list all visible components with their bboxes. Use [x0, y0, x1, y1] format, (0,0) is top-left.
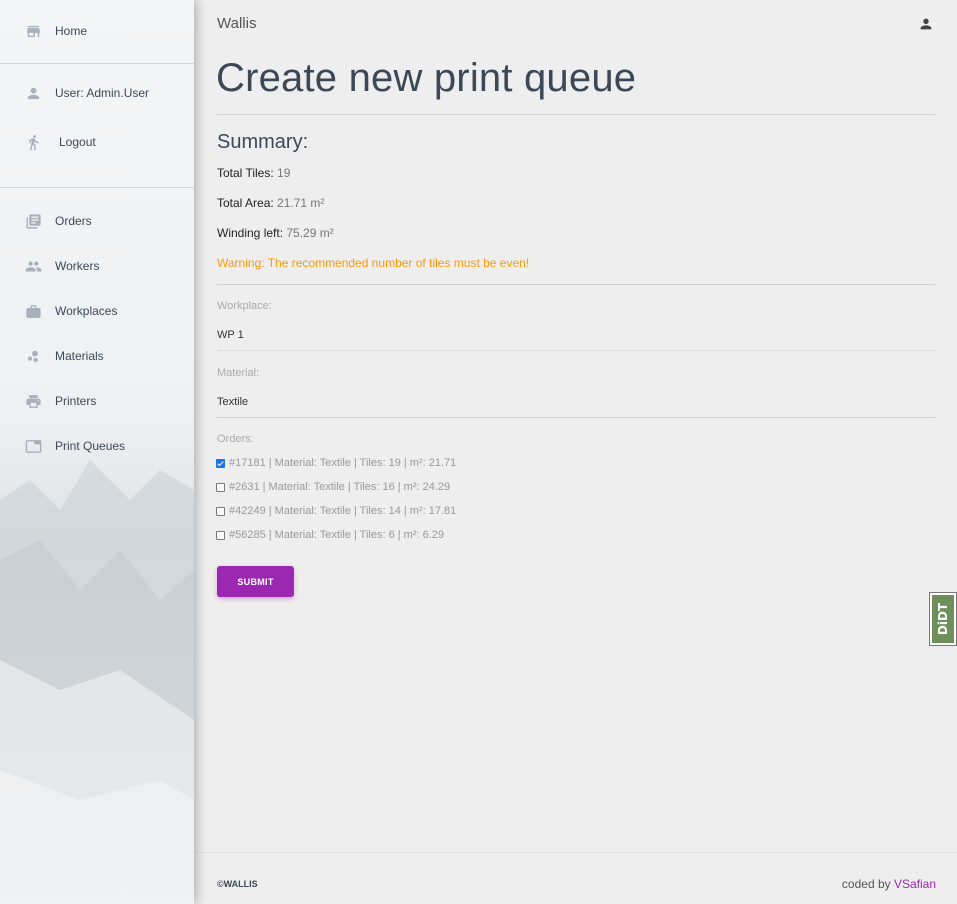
sidebar-item-workers[interactable]: Workers: [0, 246, 194, 286]
coded-by: coded by VSafian: [842, 877, 936, 891]
title-divider: [217, 114, 935, 115]
copyright: ©WALLIS: [217, 879, 258, 889]
coded-by-prefix: coded by: [841, 877, 891, 891]
sidebar-item-printers[interactable]: Printers: [0, 381, 194, 421]
sidebar-divider: [0, 187, 194, 188]
total-tiles-value: 19: [277, 166, 291, 180]
tiles-warning: Warning: The recommended number of tiles…: [217, 256, 530, 270]
sidebar-item-label: Printers: [55, 394, 97, 408]
winding-left-value: 75.29 m²: [286, 226, 334, 240]
total-area-label: Total Area:: [217, 196, 274, 210]
author-link[interactable]: VSafian: [894, 877, 936, 891]
sidebar-item-label: Orders: [55, 214, 92, 228]
order-option[interactable]: #2631 | Material: Textile | Tiles: 16 | …: [216, 481, 450, 493]
order-option-text: #42249 | Material: Textile | Tiles: 14 |…: [229, 505, 457, 517]
tab-icon: [24, 437, 42, 455]
winding-left-label: Winding left:: [217, 226, 284, 240]
order-option[interactable]: #56285 | Material: Textile | Tiles: 6 | …: [216, 529, 444, 541]
order-checkbox[interactable]: [216, 482, 225, 492]
sidebar-item-print-queues[interactable]: Print Queues: [0, 426, 194, 466]
sidebar-item-home[interactable]: Home: [0, 11, 194, 51]
order-option[interactable]: #42249 | Material: Textile | Tiles: 14 |…: [216, 505, 456, 517]
group-icon: [24, 257, 42, 275]
order-option-text: #56285 | Material: Textile | Tiles: 6 | …: [229, 529, 445, 541]
bubbles-icon: [24, 347, 42, 365]
sidebar-item-label: Print Queues: [55, 439, 126, 453]
workplace-label: Workplace:: [217, 300, 272, 312]
walk-icon: [24, 133, 42, 151]
order-option-text: #2631 | Material: Textile | Tiles: 16 | …: [229, 481, 451, 493]
didt-badge[interactable]: DiDT: [929, 592, 957, 646]
material-select[interactable]: Textile: [217, 396, 248, 408]
order-option-text: #17181 | Material: Textile | Tiles: 19 |…: [229, 457, 457, 469]
summary-divider: [217, 284, 935, 285]
sidebar-item-label: Logout: [59, 135, 96, 149]
total-tiles: Total Tiles: 19: [217, 166, 290, 180]
navbar-brand[interactable]: Wallis: [217, 15, 256, 32]
sidebar: Home User: Admin.User Logout Orders Work…: [0, 0, 194, 904]
workplace-select[interactable]: WP 1: [217, 329, 244, 341]
sidebar-item-orders[interactable]: Orders: [0, 201, 194, 241]
material-label: Material:: [217, 367, 260, 379]
material-underline: [217, 417, 935, 418]
order-checkbox[interactable]: [216, 506, 225, 516]
didt-badge-inner: DiDT: [932, 595, 954, 643]
sidebar-item-user[interactable]: User: Admin.User: [0, 73, 194, 113]
mountain-background-image: [0, 460, 194, 904]
sidebar-item-label: Workplaces: [55, 304, 118, 318]
order-checkbox[interactable]: [216, 458, 225, 468]
order-option[interactable]: #17181 | Material: Textile | Tiles: 19 |…: [216, 457, 456, 469]
person-icon: [24, 84, 42, 102]
total-area-value: 21.71 m²: [277, 196, 325, 210]
workplace-underline: [217, 350, 935, 351]
person-icon[interactable]: [918, 16, 934, 32]
sidebar-item-logout[interactable]: Logout: [0, 122, 194, 162]
sidebar-item-label: Workers: [55, 259, 100, 273]
page-title: Create new print queue: [216, 56, 637, 100]
printer-icon: [24, 392, 42, 410]
winding-left: Winding left: 75.29 m²: [217, 226, 334, 240]
didt-badge-text: DiDT: [936, 602, 951, 636]
library-books-icon: [24, 212, 42, 230]
briefcase-icon: [24, 302, 42, 320]
store-icon: [24, 22, 42, 40]
total-area: Total Area: 21.71 m²: [217, 196, 324, 210]
sidebar-item-materials[interactable]: Materials: [0, 336, 194, 376]
footer-divider: [194, 852, 957, 853]
orders-label: Orders:: [217, 433, 254, 445]
sidebar-item-label: Materials: [55, 349, 104, 363]
submit-button[interactable]: SUBMIT: [217, 566, 294, 597]
total-tiles-label: Total Tiles:: [217, 166, 274, 180]
sidebar-divider: [0, 63, 194, 64]
main-content: Wallis Create new print queue Summary: T…: [194, 0, 957, 904]
sidebar-item-workplaces[interactable]: Workplaces: [0, 291, 194, 331]
order-checkbox[interactable]: [216, 530, 225, 540]
sidebar-item-label: Home: [55, 24, 88, 38]
sidebar-item-label: User: Admin.User: [55, 86, 150, 100]
summary-title: Summary:: [217, 131, 309, 153]
